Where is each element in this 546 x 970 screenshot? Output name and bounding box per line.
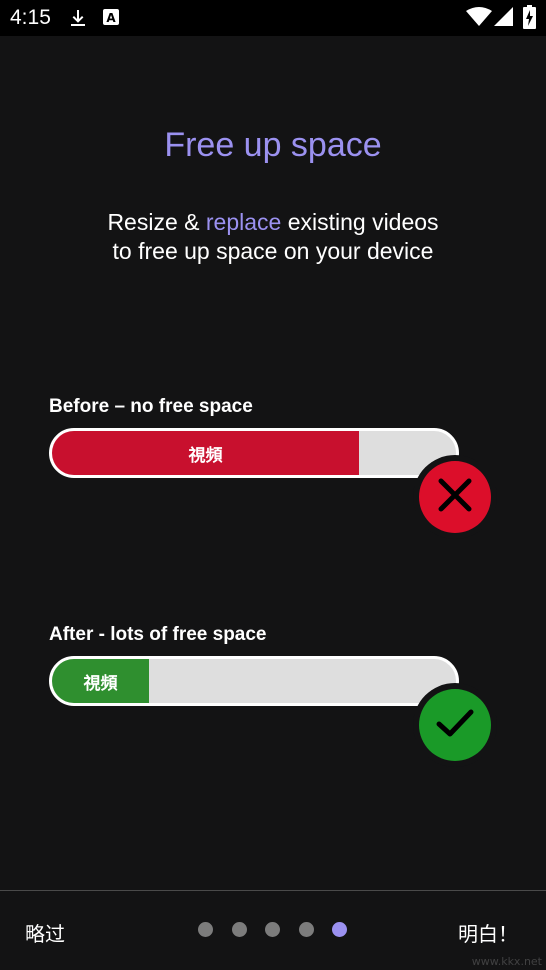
- page-dot: [265, 922, 280, 937]
- signal-icon: [494, 7, 514, 32]
- got-it-button[interactable]: 明白！: [458, 918, 518, 947]
- subtitle-text-1: Resize &: [107, 209, 206, 235]
- before-label: Before – no free space: [49, 396, 253, 417]
- subtitle-line-2: to free up space on your device: [112, 238, 434, 264]
- after-label: After - lots of free space: [49, 624, 267, 645]
- subtitle-accent: replace: [205, 209, 282, 235]
- before-video-fill: 視頻: [52, 431, 360, 475]
- page-dot: [298, 922, 314, 937]
- page-subtitle: Resize & replace existing videos to free…: [0, 208, 546, 266]
- subtitle-text-2: existing videos: [281, 209, 439, 235]
- status-time: 4:15: [10, 6, 51, 29]
- a-keyboard-icon: A: [102, 8, 120, 31]
- after-video-fill: 視頻: [52, 659, 149, 703]
- battery-charging-icon: [523, 5, 536, 34]
- before-status-badge: [419, 461, 491, 533]
- page-title: Free up space: [164, 126, 382, 164]
- skip-button[interactable]: 略过: [25, 918, 65, 947]
- checkmark-icon: [435, 707, 475, 744]
- svg-text:A: A: [106, 11, 116, 25]
- close-x-icon: [437, 477, 473, 518]
- subtitle-line-1: Resize & replace existing videos: [0, 208, 546, 237]
- wifi-icon: [466, 7, 492, 32]
- page-dot: [332, 922, 347, 937]
- after-storage-bar: 視頻: [49, 656, 459, 706]
- after-status-badge: [419, 689, 491, 761]
- after-fill-label: 視頻: [83, 673, 118, 693]
- status-bar: 4:15 A: [0, 0, 546, 36]
- watermark: www.kkx.net: [471, 955, 542, 968]
- before-fill-label: 視頻: [188, 445, 223, 465]
- footer-divider: [0, 890, 546, 891]
- before-storage-bar: 視頻: [49, 428, 459, 478]
- page-dot: [231, 922, 247, 937]
- download-icon: [68, 8, 88, 33]
- page-dot: [198, 922, 213, 937]
